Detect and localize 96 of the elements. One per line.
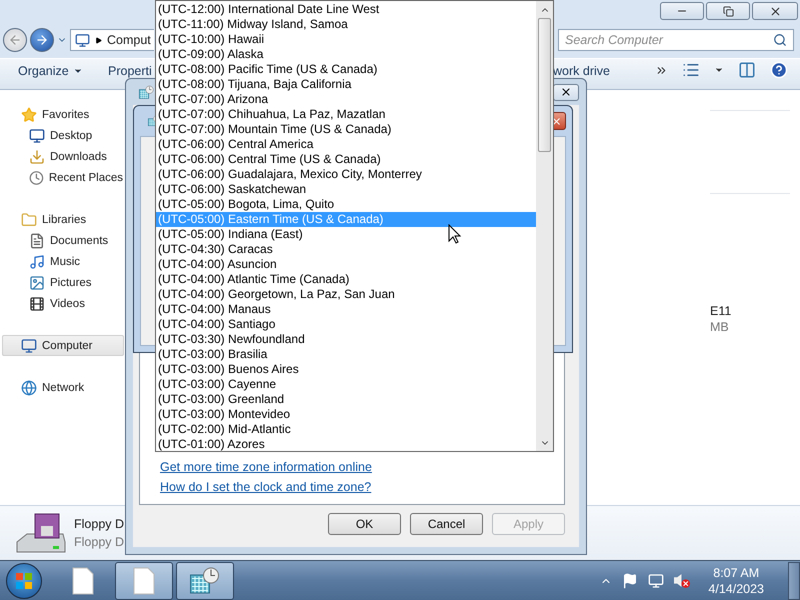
time-zone-option[interactable]: (UTC-03:00) Cayenne — [156, 377, 536, 392]
toolbar-button[interactable]: work drive — [553, 63, 610, 79]
time-zone-option[interactable]: (UTC-04:30) Caracas — [156, 242, 536, 257]
time-zone-option[interactable]: (UTC-06:00) Saskatchewan — [156, 182, 536, 197]
arrow-right-icon — [35, 33, 49, 47]
folder-icon — [21, 212, 37, 228]
document-icon — [29, 232, 45, 248]
time-zone-option[interactable]: (UTC-06:00) Guadalajara, Mexico City, Monterrey — [156, 167, 536, 182]
time-zone-option[interactable]: (UTC-08:00) Pacific Time (US & Canada) — [156, 62, 536, 77]
minimize-button[interactable] — [660, 2, 704, 20]
help-link[interactable]: How do I set the clock and time zone? — [160, 480, 372, 494]
help-icon[interactable] — [770, 61, 788, 79]
desktop-icon — [29, 128, 45, 144]
scrollbar[interactable] — [536, 1, 553, 451]
close-icon — [560, 86, 572, 98]
preview-pane-icon[interactable] — [738, 61, 756, 79]
sidebar-item[interactable]: Favorites — [2, 104, 124, 125]
toolbar-button[interactable]: Organize — [18, 63, 83, 79]
time-zone-option[interactable]: (UTC-07:00) Mountain Time (US & Canada) — [156, 122, 536, 137]
mouse-cursor-icon — [448, 224, 462, 244]
sidebar-item[interactable]: Downloads — [2, 146, 124, 167]
time-zone-option[interactable]: (UTC-10:00) Hawaii — [156, 32, 536, 47]
sidebar-item[interactable]: Music — [2, 251, 124, 272]
time-zone-option[interactable]: (UTC-06:00) Central America — [156, 137, 536, 152]
time-zone-option[interactable]: (UTC-04:00) Asuncion — [156, 257, 536, 272]
forward-button[interactable] — [30, 28, 54, 52]
floppy-drive-icon — [16, 513, 66, 553]
time-zone-option[interactable]: (UTC-04:00) Manaus — [156, 302, 536, 317]
document-icon — [133, 566, 155, 594]
picture-icon — [29, 274, 45, 290]
time-zone-option[interactable]: (UTC-06:00) Central Time (US & Canada) — [156, 152, 536, 167]
volume-muted-icon[interactable] — [674, 574, 690, 588]
calendar-clock-icon — [139, 84, 154, 100]
network-icon[interactable] — [648, 572, 664, 588]
start-button[interactable] — [6, 562, 42, 598]
sidebar-item[interactable]: Network — [2, 377, 124, 398]
search-icon — [773, 33, 787, 47]
clock[interactable]: 8:07 AM 4/14/2023 — [708, 566, 764, 596]
sidebar-item[interactable]: Documents — [2, 230, 124, 251]
sidebar-item[interactable]: Libraries — [2, 209, 124, 230]
toolbar-button[interactable]: Properti — [108, 63, 152, 79]
help-link[interactable]: Get more time zone information online — [160, 460, 372, 474]
sidebar-item[interactable]: Desktop — [2, 125, 124, 146]
film-icon — [29, 296, 45, 312]
time-zone-option[interactable]: (UTC-03:00) Buenos Aires — [156, 362, 536, 377]
calendar-clock-icon — [190, 566, 220, 596]
view-options-icon[interactable] — [682, 61, 700, 79]
time-zone-option[interactable]: (UTC-04:00) Atlantic Time (Canada) — [156, 272, 536, 287]
time-zone-option[interactable]: (UTC-07:00) Arizona — [156, 92, 536, 107]
breadcrumb-arrow-icon — [95, 36, 102, 44]
device-type: Floppy D — [74, 535, 124, 549]
drive-name: E11 — [710, 304, 732, 318]
scrollbar-thumb[interactable] — [538, 18, 551, 152]
taskbar-button[interactable] — [176, 562, 234, 600]
sidebar-item[interactable]: Pictures — [2, 272, 124, 293]
time-zone-option[interactable]: (UTC-09:00) Alaska — [156, 47, 536, 62]
time-zone-option[interactable]: (UTC-01:00) Azores — [156, 437, 536, 452]
sidebar-item[interactable]: Videos — [2, 293, 124, 314]
time-zone-option[interactable]: (UTC-03:30) Newfoundland — [156, 332, 536, 347]
flag-icon[interactable] — [622, 572, 638, 588]
taskbar-button[interactable] — [115, 562, 173, 600]
globe-icon — [21, 380, 37, 396]
close-button[interactable] — [752, 2, 798, 20]
sidebar-item[interactable]: Computer — [2, 335, 124, 356]
time-zone-option[interactable]: (UTC-02:00) Mid-Atlantic — [156, 422, 536, 437]
drive-size: MB — [710, 320, 730, 334]
time-zone-option[interactable]: (UTC-07:00) Chihuahua, La Paz, Mazatlan — [156, 107, 536, 122]
show-desktop-button[interactable] — [788, 562, 800, 600]
address-field[interactable]: Comput — [70, 29, 154, 51]
computer-icon — [75, 32, 90, 48]
dialog-button[interactable]: OK — [328, 513, 401, 535]
windows-logo-icon — [15, 572, 33, 590]
star-icon — [21, 106, 37, 122]
time-zone-option[interactable]: (UTC-03:00) Brasilia — [156, 347, 536, 362]
music-note-icon — [29, 254, 45, 270]
clock-icon — [29, 170, 44, 186]
download-icon — [29, 148, 45, 164]
close-icon — [768, 4, 782, 18]
restore-icon — [722, 6, 734, 16]
device-name: Floppy D — [74, 517, 124, 531]
time-zone-option[interactable]: (UTC-05:00) Bogota, Lima, Quito — [156, 197, 536, 212]
computer-icon — [21, 338, 37, 354]
time-zone-option[interactable]: (UTC-03:00) Greenland — [156, 392, 536, 407]
back-button[interactable] — [3, 28, 27, 52]
restore-button[interactable] — [706, 2, 750, 20]
close-button[interactable] — [553, 84, 579, 100]
dialog-button[interactable]: Cancel — [410, 513, 483, 535]
time-zone-option[interactable]: (UTC-12:00) International Date Line West — [156, 2, 536, 17]
time-zone-option[interactable]: (UTC-04:00) Georgetown, La Paz, San Juan — [156, 287, 536, 302]
time-zone-option[interactable]: (UTC-05:00) Indiana (East) — [156, 227, 536, 242]
time-zone-option[interactable]: (UTC-11:00) Midway Island, Samoa — [156, 17, 536, 32]
time-zone-option[interactable]: (UTC-04:00) Santiago — [156, 317, 536, 332]
time-zone-option[interactable]: (UTC-03:00) Montevideo — [156, 407, 536, 422]
sidebar-item[interactable]: Recent Places — [2, 167, 124, 188]
document-icon — [72, 566, 94, 594]
time-zone-option[interactable]: (UTC-08:00) Tijuana, Baja California — [156, 77, 536, 92]
